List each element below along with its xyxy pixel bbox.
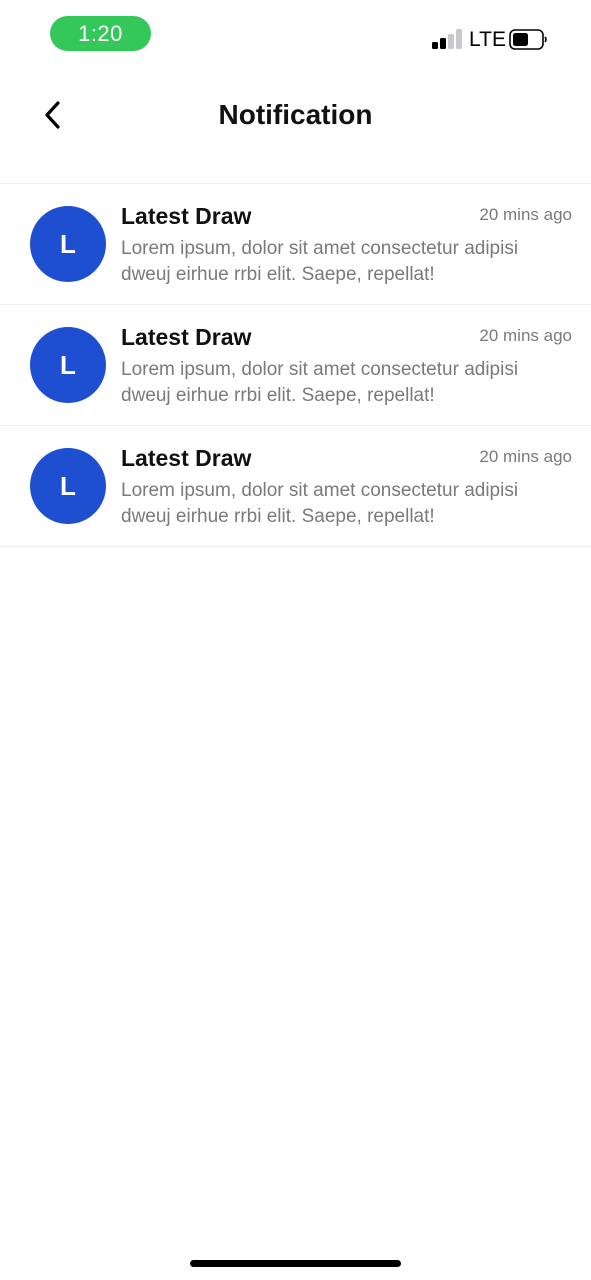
network-label: LTE bbox=[469, 28, 506, 51]
notification-item[interactable]: L Latest Draw 20 mins ago Lorem ipsum, d… bbox=[0, 184, 591, 305]
notification-body: Lorem ipsum, dolor sit amet consectetur … bbox=[121, 238, 519, 285]
notification-body: Lorem ipsum, dolor sit amet consectetur … bbox=[121, 480, 519, 527]
notification-time: 20 mins ago bbox=[479, 326, 572, 345]
status-bar: 1:20 LTE bbox=[0, 0, 591, 70]
avatar: L bbox=[30, 448, 106, 524]
notification-title: Latest Draw bbox=[121, 324, 252, 350]
signal-icon bbox=[432, 29, 462, 49]
page-title: Notification bbox=[218, 99, 373, 130]
notification-time: 20 mins ago bbox=[479, 447, 572, 466]
notification-title: Latest Draw bbox=[121, 445, 252, 471]
avatar: L bbox=[30, 327, 106, 403]
header: Notification bbox=[0, 84, 591, 148]
notification-title: Latest Draw bbox=[121, 203, 252, 229]
notification-time: 20 mins ago bbox=[479, 205, 572, 224]
home-indicator[interactable] bbox=[190, 1260, 401, 1267]
notification-item[interactable]: L Latest Draw 20 mins ago Lorem ipsum, d… bbox=[0, 305, 591, 426]
avatar: L bbox=[30, 206, 106, 282]
notification-screen: 1:20 LTE Notification L Latest Draw 20 m… bbox=[0, 0, 591, 1280]
status-time: 1:20 bbox=[50, 16, 151, 51]
notification-list: L Latest Draw 20 mins ago Lorem ipsum, d… bbox=[0, 183, 591, 547]
notification-body: Lorem ipsum, dolor sit amet consectetur … bbox=[121, 359, 519, 406]
notification-item[interactable]: L Latest Draw 20 mins ago Lorem ipsum, d… bbox=[0, 426, 591, 547]
battery-icon bbox=[509, 29, 547, 50]
